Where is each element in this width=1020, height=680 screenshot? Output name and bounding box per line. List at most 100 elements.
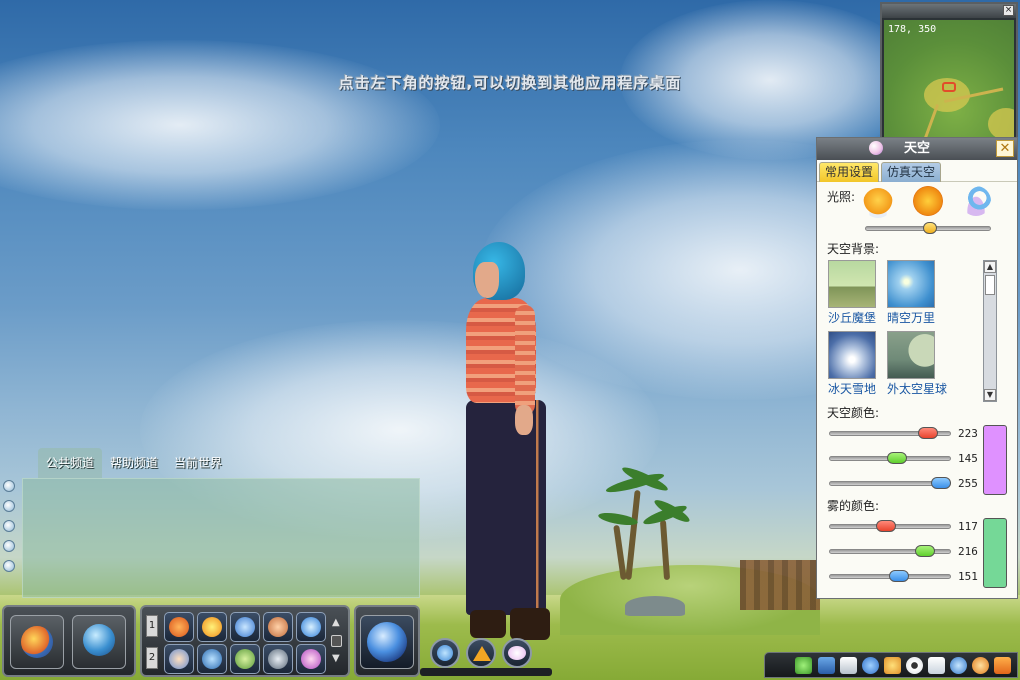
dune-castle-thumbnail[interactable] xyxy=(828,260,876,308)
chat-log[interactable] xyxy=(22,478,420,598)
sky-settings-panel: 天空 ✕ 常用设置 仿真天空 光照: 天空背景: 沙丘魔堡 晴空万里 冰天雪地 … xyxy=(816,137,1018,599)
scroll-down-icon[interactable] xyxy=(3,520,15,532)
bg-name-clear-sky[interactable]: 晴空万里 xyxy=(887,309,935,326)
chat-tabs: 公共频道 帮助频道 当前世界 xyxy=(38,448,230,478)
rss-icon[interactable] xyxy=(994,657,1011,674)
scroll-down-arrow-icon[interactable]: ▼ xyxy=(984,389,996,401)
character-shoe xyxy=(510,608,550,640)
minimap-view[interactable]: 178, 350 xyxy=(884,20,1014,140)
scroll-up-arrow-icon[interactable]: ▲ xyxy=(984,261,996,273)
fog-color-green-thumb[interactable] xyxy=(915,545,936,557)
globe-button[interactable] xyxy=(72,615,126,669)
quickbar-slot[interactable] xyxy=(296,612,326,642)
rock xyxy=(625,596,685,616)
magic-orb-button[interactable] xyxy=(360,615,414,669)
minimap[interactable]: × 178, 350 xyxy=(880,2,1018,142)
scroll-up-icon[interactable] xyxy=(3,500,15,512)
quickbar-slot[interactable] xyxy=(230,612,260,642)
speech-bubble-icon[interactable] xyxy=(3,480,15,492)
broadcast-icon[interactable] xyxy=(972,657,989,674)
tab-common-settings[interactable]: 常用设置 xyxy=(819,162,880,182)
sky-panel-title: 天空 xyxy=(903,141,930,156)
quickbar-slot[interactable] xyxy=(230,644,260,674)
quickbar-slot[interactable] xyxy=(197,612,227,642)
triangle-icon xyxy=(473,646,491,661)
people-icon xyxy=(268,617,288,637)
quickbar-slot[interactable] xyxy=(197,644,227,674)
special-dock xyxy=(354,605,420,677)
sky-color-red-thumb[interactable] xyxy=(918,427,939,439)
lock-icon[interactable] xyxy=(3,560,15,572)
moon-night-icon[interactable] xyxy=(961,186,991,216)
tab-current-world[interactable]: 当前世界 xyxy=(166,448,230,478)
tab-public-channel[interactable]: 公共频道 xyxy=(38,448,103,478)
system-tray xyxy=(764,652,1018,678)
sky-icon xyxy=(508,646,526,660)
tab-help-channel[interactable]: 帮助频道 xyxy=(102,448,166,478)
sun-cloud-icon[interactable] xyxy=(863,188,893,218)
character-face xyxy=(475,262,499,298)
bg-name-snowfield[interactable]: 冰天雪地 xyxy=(828,380,876,397)
help-icon[interactable] xyxy=(862,657,879,674)
quickbar-slot[interactable] xyxy=(296,644,326,674)
sky-background-scrollbar[interactable]: ▲ ▼ xyxy=(983,260,997,402)
scrollbar-thumb[interactable] xyxy=(985,275,995,295)
sky-color-green-value: 145 xyxy=(958,452,978,465)
refresh-icon xyxy=(437,645,453,661)
quickbar-page-down-button[interactable]: ▼ xyxy=(332,653,340,664)
tab-simulated-sky[interactable]: 仿真天空 xyxy=(881,162,942,182)
save-icon[interactable] xyxy=(818,657,835,674)
whale-icon xyxy=(202,649,222,669)
character-arm xyxy=(515,305,535,415)
document-icon[interactable] xyxy=(840,657,857,674)
sky-panel-close-button[interactable]: ✕ xyxy=(996,140,1014,157)
triangle-button[interactable] xyxy=(466,638,496,668)
sky-button[interactable] xyxy=(502,638,532,668)
fog-color-red-thumb[interactable] xyxy=(875,520,896,532)
wooden-pier xyxy=(740,560,820,610)
fog-color-blue-thumb[interactable] xyxy=(889,570,910,582)
chat-side-buttons xyxy=(3,480,17,580)
quickbar-page-up-button[interactable]: ▲ xyxy=(332,617,340,628)
quickbar-slot[interactable] xyxy=(263,612,293,642)
refresh-button[interactable] xyxy=(430,638,460,668)
sun-face-icon[interactable] xyxy=(913,186,943,216)
sky-panel-titlebar[interactable]: 天空 ✕ xyxy=(817,138,1017,160)
network-icon[interactable] xyxy=(950,657,967,674)
home-icon[interactable] xyxy=(928,657,945,674)
minimap-close-button[interactable]: × xyxy=(1003,5,1014,16)
quickbar-slot[interactable] xyxy=(164,612,194,642)
sky-color-green-thumb[interactable] xyxy=(887,452,907,464)
quickbar-dock: 1 2 ▲ ▼ xyxy=(140,605,350,677)
lighting-label: 光照: xyxy=(827,190,856,204)
snowfield-thumbnail[interactable] xyxy=(828,331,876,379)
fog-color-green-value: 216 xyxy=(958,545,978,558)
lighting-slider-thumb[interactable] xyxy=(923,222,938,234)
bird-icon[interactable] xyxy=(884,657,901,674)
clear-sky-thumbnail[interactable] xyxy=(887,260,935,308)
bg-name-outer-space-planet[interactable]: 外太空星球 xyxy=(887,380,947,397)
app-switch-icon xyxy=(21,626,53,658)
minimap-titlebar[interactable]: × xyxy=(882,4,1016,18)
sky-color-swatch[interactable] xyxy=(983,425,1007,495)
minimap-coordinates: 178, 350 xyxy=(888,24,937,35)
player-marker-icon xyxy=(942,82,956,92)
quickbar-slot[interactable] xyxy=(164,644,194,674)
terrain-icon xyxy=(235,649,255,669)
bg-name-dune-castle[interactable]: 沙丘魔堡 xyxy=(828,309,876,326)
quickbar-row-2-number[interactable]: 2 xyxy=(146,647,158,669)
bug-icon[interactable] xyxy=(795,657,812,674)
map-road xyxy=(919,103,939,140)
quickbar-row-1-number[interactable]: 1 xyxy=(146,615,158,637)
app-switch-button[interactable] xyxy=(10,615,64,669)
sky-panel-tabs: 常用设置 仿真天空 xyxy=(817,160,1017,182)
scroll-end-icon[interactable] xyxy=(3,540,15,552)
quickbar-lock-icon[interactable] xyxy=(331,635,342,647)
sky-color-blue-thumb[interactable] xyxy=(931,477,951,489)
eye-icon[interactable] xyxy=(906,657,923,674)
fog-color-blue-value: 151 xyxy=(958,570,978,583)
character-hand xyxy=(515,405,533,435)
quickbar-slot[interactable] xyxy=(263,644,293,674)
fog-color-swatch[interactable] xyxy=(983,518,1007,588)
outer-space-planet-thumbnail[interactable] xyxy=(887,331,935,379)
